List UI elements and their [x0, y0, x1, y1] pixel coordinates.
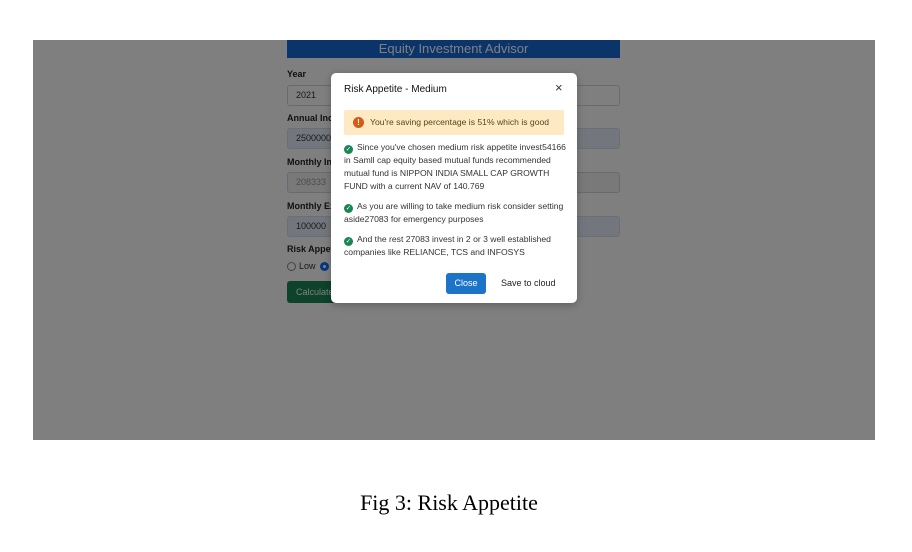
recommendation-item: ✓ Since you've chosen medium risk appetit… [344, 141, 566, 193]
modal-title: Risk Appetite - Medium [344, 84, 447, 95]
check-circle-icon: ✓ [344, 237, 353, 246]
recommendation-text: As you are willing to take medium risk c… [344, 201, 564, 224]
exclamation-circle-icon: ! [353, 117, 364, 128]
recommendation-text: Since you've chosen medium risk appetite… [344, 142, 566, 191]
save-to-cloud-button[interactable]: Save to cloud [501, 278, 556, 288]
recommendation-item: ✓ And the rest 27083 invest in 2 or 3 wel… [344, 233, 566, 259]
recommendation-text: And the rest 27083 invest in 2 or 3 well… [344, 234, 551, 257]
risk-appetite-modal: Risk Appetite - Medium × ! You're saving… [331, 73, 577, 303]
check-circle-icon: ✓ [344, 145, 353, 154]
figure-caption: Fig 3: Risk Appetite [360, 490, 538, 515]
close-button[interactable]: Close [446, 273, 486, 294]
recommendation-item: ✓ As you are willing to take medium risk … [344, 200, 566, 226]
check-circle-icon: ✓ [344, 204, 353, 213]
saving-alert-text: You're saving percentage is 51% which is… [370, 117, 550, 127]
saving-alert: ! You're saving percentage is 51% which … [344, 110, 564, 135]
close-icon[interactable]: × [555, 80, 563, 95]
